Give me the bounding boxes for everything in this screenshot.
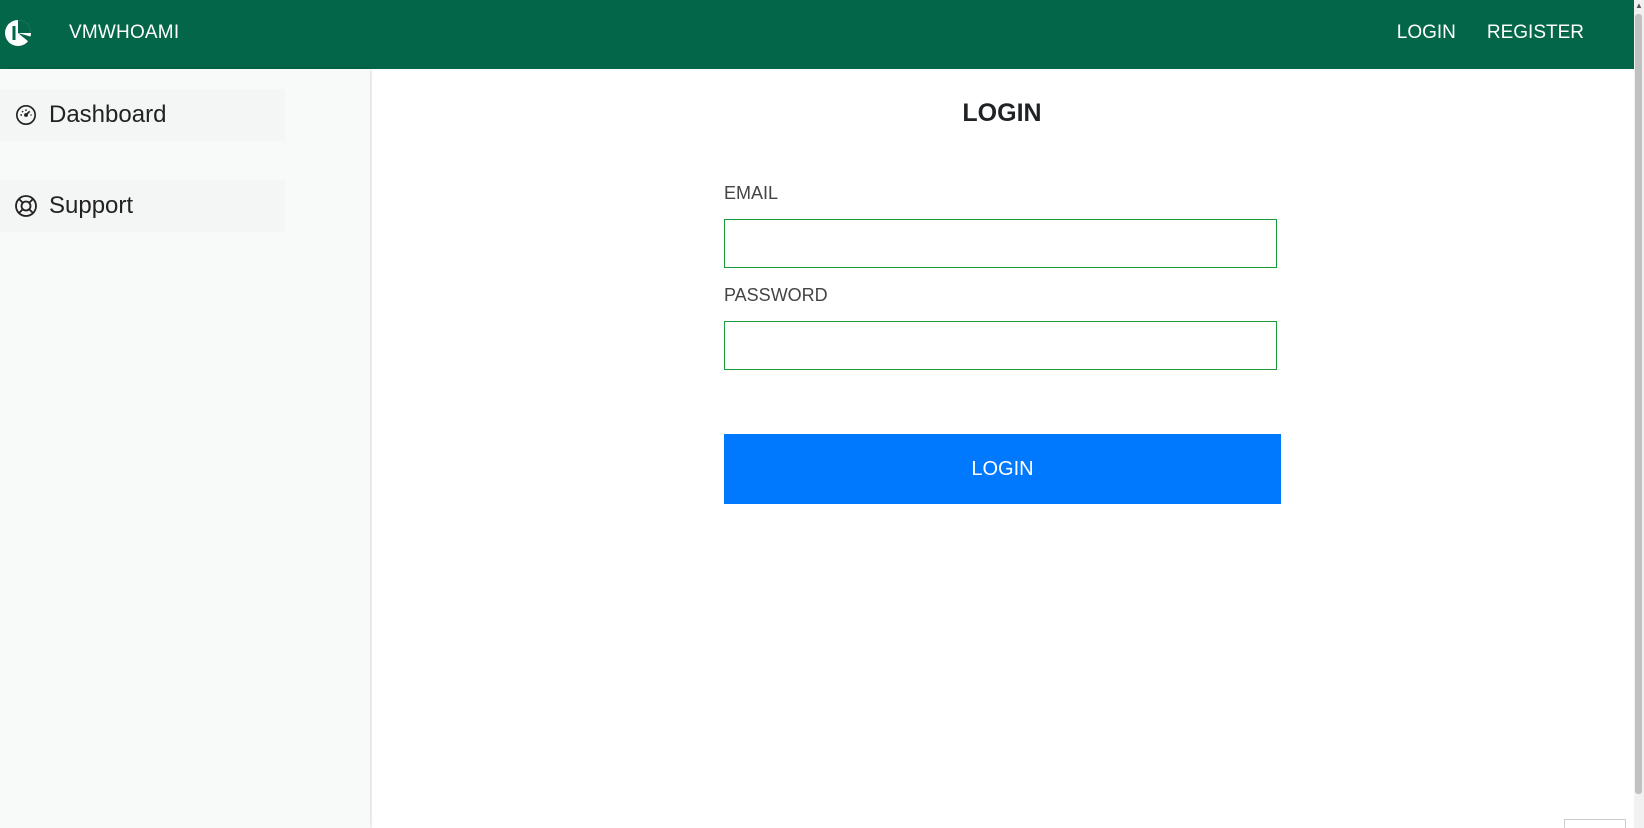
brand-logo-icon[interactable]	[3, 18, 33, 48]
nav-register-link[interactable]: REGISTER	[1487, 22, 1584, 44]
nav-login-link[interactable]: LOGIN	[1397, 22, 1456, 44]
dashboard-gauge-icon	[13, 102, 39, 128]
sidebar-item-support[interactable]: Support	[0, 180, 285, 232]
sidebar-item-dashboard[interactable]: Dashboard	[0, 89, 285, 141]
nav-links: LOGIN REGISTER	[1397, 22, 1584, 44]
scrollbar-thumb[interactable]	[1635, 14, 1642, 794]
password-label: PASSWORD	[724, 285, 828, 305]
sidebar-item-label: Dashboard	[49, 101, 167, 128]
vertical-scrollbar[interactable]: ▲	[1634, 0, 1644, 828]
top-navbar: VMWHOAMI LOGIN REGISTER	[0, 0, 1634, 69]
email-label: EMAIL	[724, 183, 779, 203]
email-field[interactable]	[724, 219, 1277, 268]
sidebar: Dashboard Support	[0, 69, 370, 828]
corner-widget	[1564, 819, 1626, 828]
page-title: LOGIN	[962, 99, 1042, 127]
lifebuoy-icon	[13, 193, 39, 219]
page: VMWHOAMI LOGIN REGISTER Dashboard Suppor…	[0, 0, 1644, 828]
brand-name[interactable]: VMWHOAMI	[69, 22, 179, 44]
main-content: LOGIN EMAIL PASSWORD LOGIN	[372, 69, 1634, 828]
scroll-up-icon[interactable]: ▲	[1635, 2, 1643, 10]
password-field[interactable]	[724, 321, 1277, 370]
login-button[interactable]: LOGIN	[724, 434, 1281, 504]
sidebar-item-label: Support	[49, 192, 134, 219]
